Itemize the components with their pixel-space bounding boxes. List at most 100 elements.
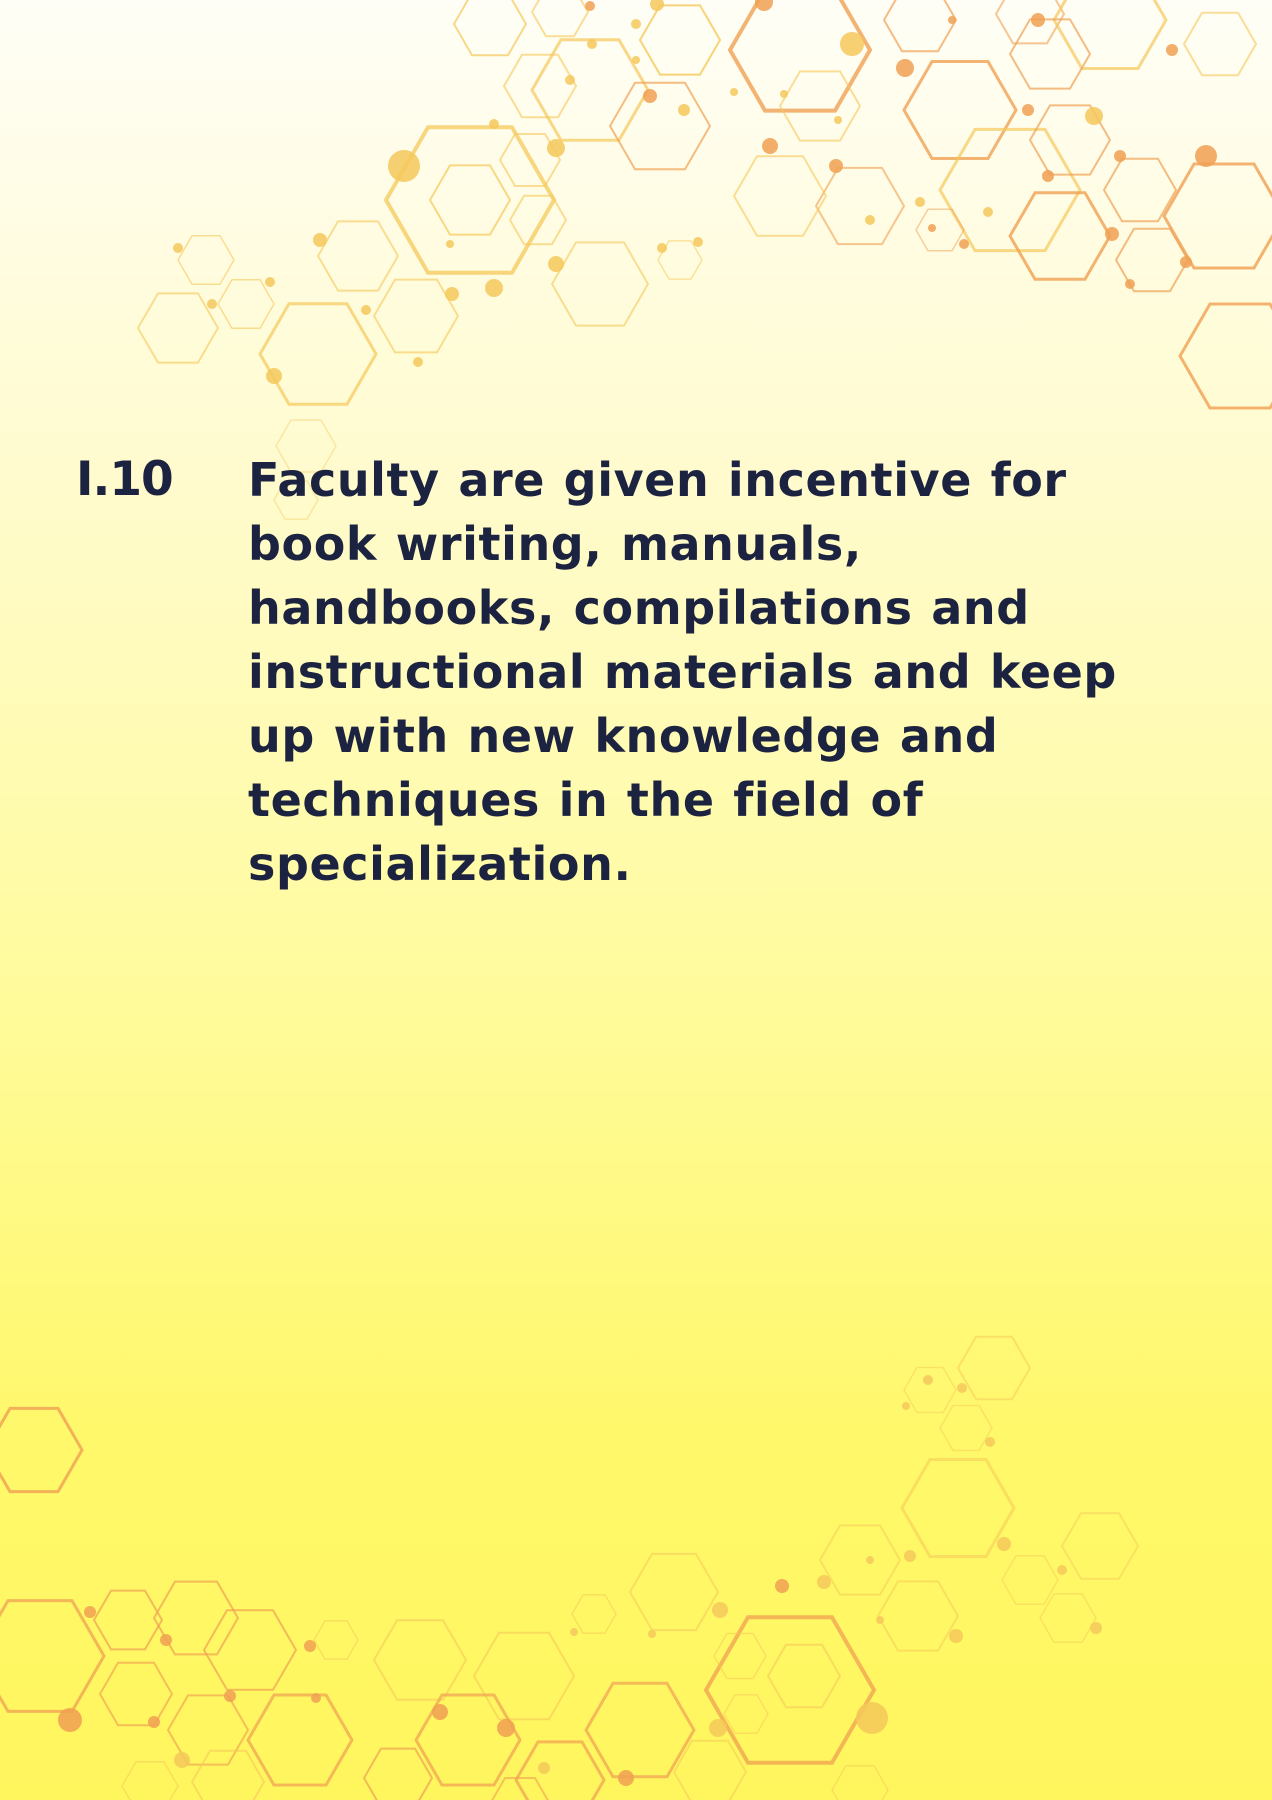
node-dot bbox=[693, 237, 703, 247]
hexagon-shape bbox=[362, 1747, 434, 1800]
node-dot bbox=[565, 75, 575, 85]
hexagon-shape bbox=[177, 235, 235, 285]
hexagon-shape bbox=[723, 1694, 769, 1734]
node-dot bbox=[923, 1375, 933, 1385]
node-dot bbox=[856, 1702, 888, 1734]
hexagon-shape bbox=[217, 279, 275, 329]
node-dot bbox=[58, 1708, 82, 1732]
node-dot bbox=[928, 224, 936, 232]
node-dot bbox=[997, 1537, 1011, 1551]
node-dot bbox=[650, 0, 664, 11]
hexagon-shape bbox=[383, 125, 557, 275]
node-dot bbox=[1022, 104, 1034, 116]
node-dot bbox=[762, 138, 778, 154]
hexagon-shape bbox=[938, 127, 1082, 253]
node-dot bbox=[983, 207, 993, 217]
hexagon-shape bbox=[766, 1643, 842, 1709]
node-dot bbox=[948, 16, 956, 24]
node-dot bbox=[207, 299, 217, 309]
hexagon-shape bbox=[584, 1681, 696, 1779]
hexagon-shape bbox=[956, 1335, 1032, 1401]
node-dot bbox=[712, 1602, 728, 1618]
node-dot bbox=[538, 1762, 550, 1774]
hexagon-shape bbox=[313, 1620, 359, 1660]
hexagon-shape bbox=[571, 1594, 617, 1634]
hexagon-shape bbox=[1008, 18, 1092, 90]
item-text: Faculty are given incentive for book wri… bbox=[248, 453, 1117, 891]
node-dot bbox=[1090, 1622, 1102, 1634]
node-dot bbox=[265, 277, 275, 287]
node-dot bbox=[313, 233, 327, 247]
node-dot bbox=[548, 256, 564, 272]
node-dot bbox=[1180, 256, 1192, 268]
node-dot bbox=[570, 1628, 578, 1636]
hexagon-shape bbox=[136, 292, 220, 364]
hexagon-shape bbox=[1178, 302, 1272, 410]
node-dot bbox=[361, 305, 371, 315]
node-dot bbox=[497, 1719, 515, 1737]
node-dot bbox=[896, 59, 914, 77]
hexagon-shape bbox=[903, 1366, 957, 1414]
node-dot bbox=[266, 368, 282, 384]
hexagon-shape bbox=[1001, 1555, 1059, 1605]
hexagon-shape bbox=[778, 70, 862, 142]
node-dot bbox=[585, 1, 595, 11]
node-dot bbox=[446, 240, 454, 248]
hexagon-shape bbox=[882, 0, 958, 53]
document-page: I.10 Faculty are given incentive for boo… bbox=[0, 0, 1272, 1800]
node-dot bbox=[587, 39, 597, 49]
hexagon-shape bbox=[628, 1552, 720, 1632]
hexagon-shape bbox=[508, 194, 568, 246]
node-dot bbox=[148, 1716, 160, 1728]
hexagon-shape bbox=[1162, 162, 1272, 270]
node-dot bbox=[618, 1770, 634, 1786]
hexagon-shape bbox=[372, 1619, 468, 1701]
node-dot bbox=[865, 215, 875, 225]
node-dot bbox=[648, 1630, 656, 1638]
hexagon-shape bbox=[732, 155, 828, 237]
hexagon-shape bbox=[514, 1740, 606, 1800]
node-dot bbox=[84, 1606, 96, 1618]
hexagon-shape bbox=[915, 208, 965, 252]
hexagon-shape bbox=[550, 241, 650, 327]
hexagon-shape bbox=[92, 1589, 164, 1651]
hexagon-shape bbox=[472, 1631, 576, 1721]
node-dot bbox=[657, 243, 667, 253]
node-dot bbox=[160, 1634, 172, 1646]
node-dot bbox=[709, 1719, 727, 1737]
node-dot bbox=[224, 1690, 236, 1702]
node-dot bbox=[1125, 279, 1135, 289]
node-dot bbox=[780, 90, 788, 98]
node-dot bbox=[730, 88, 738, 96]
hexagon-shape bbox=[703, 1615, 877, 1765]
hexagon-shape bbox=[713, 1632, 767, 1680]
node-dot bbox=[445, 287, 459, 301]
hexagon-shape bbox=[190, 1749, 266, 1800]
hexagon-shape bbox=[452, 0, 528, 57]
node-dot bbox=[829, 159, 843, 173]
node-dot bbox=[174, 1752, 190, 1768]
node-dot bbox=[866, 1556, 874, 1564]
hexagon-shape bbox=[202, 1609, 298, 1691]
hexagon-pattern-decoration bbox=[0, 0, 1272, 1800]
hexagon-shape bbox=[814, 166, 906, 246]
hexagon-shape bbox=[502, 53, 578, 119]
node-dot bbox=[432, 1704, 448, 1720]
node-dot bbox=[876, 1616, 884, 1624]
hexagon-shape bbox=[428, 164, 512, 236]
hexagon-shape bbox=[0, 1406, 84, 1494]
hexagon-shape bbox=[638, 4, 722, 76]
hexagon-shape bbox=[316, 220, 400, 292]
hexagon-shape bbox=[672, 1739, 748, 1800]
node-dot bbox=[949, 1629, 963, 1643]
node-dot bbox=[985, 1437, 995, 1447]
hexagon-shape bbox=[530, 0, 590, 38]
hexagon-shape bbox=[414, 1693, 522, 1787]
node-dot bbox=[643, 89, 657, 103]
node-dot bbox=[902, 1402, 910, 1410]
node-dot bbox=[1195, 145, 1217, 167]
hexagon-shape bbox=[98, 1661, 174, 1727]
node-dot bbox=[678, 104, 690, 116]
hexagon-shape bbox=[818, 1524, 902, 1596]
node-dot bbox=[304, 1640, 316, 1652]
